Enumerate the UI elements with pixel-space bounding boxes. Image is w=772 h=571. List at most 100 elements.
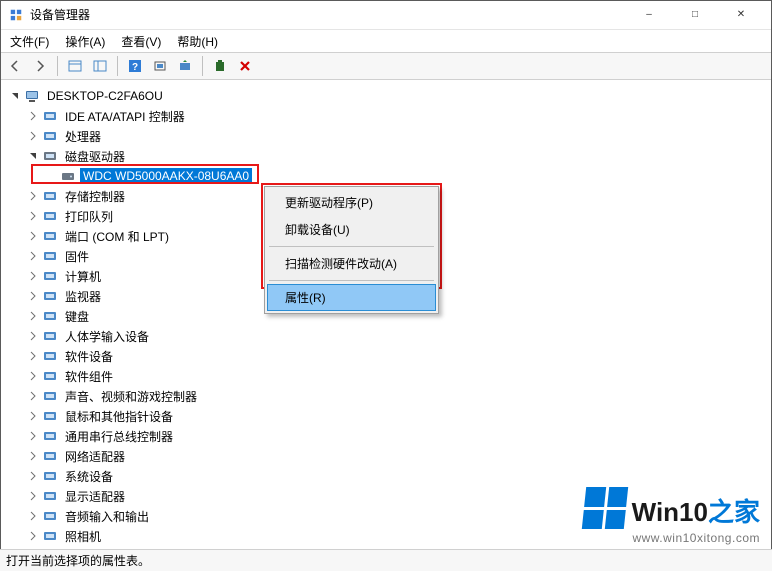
menu-properties[interactable]: 属性(R)	[267, 284, 436, 311]
help-button[interactable]: ?	[124, 55, 146, 77]
tree-category-label: 键盘	[62, 307, 92, 326]
tree-category-label: 网络适配器	[62, 447, 128, 466]
tree-device-label: WDC WD5000AAKX-08U6AA0	[80, 168, 252, 184]
device-icon	[42, 208, 58, 224]
expander-closed[interactable]	[26, 109, 40, 123]
expander-closed[interactable]	[26, 429, 40, 443]
menu-scan[interactable]: 扫描检测硬件改动(A)	[267, 250, 436, 277]
device-icon	[42, 528, 58, 544]
show-hidden-button[interactable]	[64, 55, 86, 77]
tree-category[interactable]: 显示适配器	[26, 486, 772, 506]
tree-category[interactable]: 音频输入和输出	[26, 506, 772, 526]
forward-button[interactable]	[29, 55, 51, 77]
maximize-button[interactable]: □	[672, 0, 718, 30]
expander-closed[interactable]	[26, 209, 40, 223]
device-icon	[42, 148, 58, 164]
tree-category-label: 软件组件	[62, 367, 116, 386]
device-icon	[42, 188, 58, 204]
device-icon	[42, 308, 58, 324]
menu-uninstall[interactable]: 卸载设备(U)	[267, 216, 436, 243]
expander-open[interactable]	[8, 89, 22, 103]
tree-category-label: 系统设备	[62, 467, 116, 486]
tree-root-label: DESKTOP-C2FA6OU	[44, 88, 166, 104]
view-button[interactable]	[89, 55, 111, 77]
scan-button[interactable]	[149, 55, 171, 77]
tree-category-label: 鼠标和其他指针设备	[62, 407, 176, 426]
expander-closed[interactable]	[26, 509, 40, 523]
tree-category-label: 磁盘驱动器	[62, 147, 128, 166]
device-icon	[42, 388, 58, 404]
tree-category[interactable]: 通用串行总线控制器	[26, 426, 772, 446]
expander-closed[interactable]	[26, 229, 40, 243]
tree-category-label: 音频输入和输出	[62, 507, 152, 526]
expander-closed[interactable]	[26, 349, 40, 363]
expander-closed[interactable]	[26, 269, 40, 283]
device-tree[interactable]: DESKTOP-C2FA6OU IDE ATA/ATAPI 控制器处理器磁盘驱动器…	[0, 82, 772, 549]
device-icon	[42, 328, 58, 344]
close-button[interactable]: ✕	[718, 0, 764, 30]
device-icon	[42, 368, 58, 384]
toolbar-separator	[57, 56, 58, 76]
tree-category[interactable]: 鼠标和其他指针设备	[26, 406, 772, 426]
tree-category-label: 监视器	[62, 287, 104, 306]
tree-category-label: 人体学输入设备	[62, 327, 152, 346]
tree-category-label: 通用串行总线控制器	[62, 427, 176, 446]
window-title: 设备管理器	[30, 6, 90, 23]
device-icon	[42, 228, 58, 244]
expander-closed[interactable]	[26, 469, 40, 483]
expander-open[interactable]	[26, 149, 40, 163]
expander-closed[interactable]	[26, 449, 40, 463]
uninstall-button[interactable]	[209, 55, 231, 77]
status-text: 打开当前选择项的属性表。	[6, 552, 150, 569]
tree-category[interactable]: IDE ATA/ATAPI 控制器	[26, 106, 772, 126]
tree-category[interactable]: 软件设备	[26, 346, 772, 366]
tree-category-label: 存储控制器	[62, 187, 128, 206]
tree-device[interactable]: WDC WD5000AAKX-08U6AA0	[44, 166, 772, 186]
expander-closed[interactable]	[26, 369, 40, 383]
tree-category-label: 端口 (COM 和 LPT)	[62, 227, 172, 246]
menu-separator	[269, 246, 434, 247]
tree-category[interactable]: 处理器	[26, 126, 772, 146]
tree-category-label: 显示适配器	[62, 487, 128, 506]
tree-category[interactable]: 软件组件	[26, 366, 772, 386]
title-bar: 设备管理器 – □ ✕	[0, 0, 772, 30]
computer-icon	[24, 88, 40, 104]
expander-closed[interactable]	[26, 309, 40, 323]
expander-closed[interactable]	[26, 129, 40, 143]
expander-closed[interactable]	[26, 409, 40, 423]
tree-category-label: 软件设备	[62, 347, 116, 366]
minimize-button[interactable]: –	[626, 0, 672, 30]
expander-closed[interactable]	[26, 249, 40, 263]
device-icon	[42, 428, 58, 444]
svg-text:?: ?	[132, 62, 138, 73]
tree-category[interactable]: 网络适配器	[26, 446, 772, 466]
expander-closed[interactable]	[26, 189, 40, 203]
menu-help[interactable]: 帮助(H)	[171, 31, 224, 52]
update-driver-button[interactable]	[174, 55, 196, 77]
tree-category[interactable]: 系统设备	[26, 466, 772, 486]
tree-category[interactable]: 磁盘驱动器	[26, 146, 772, 166]
expander-closed[interactable]	[26, 329, 40, 343]
tree-category[interactable]: 声音、视频和游戏控制器	[26, 386, 772, 406]
disable-button[interactable]	[234, 55, 256, 77]
menu-update-driver[interactable]: 更新驱动程序(P)	[267, 189, 436, 216]
app-icon	[8, 7, 24, 23]
device-icon	[42, 468, 58, 484]
expander-closed[interactable]	[26, 529, 40, 543]
back-button[interactable]	[4, 55, 26, 77]
menu-view[interactable]: 查看(V)	[115, 31, 167, 52]
device-icon	[42, 248, 58, 264]
tree-category[interactable]: 照相机	[26, 526, 772, 546]
status-bar: 打开当前选择项的属性表。	[0, 549, 772, 571]
menu-file[interactable]: 文件(F)	[4, 31, 55, 52]
tree-category[interactable]: 人体学输入设备	[26, 326, 772, 346]
device-icon	[42, 128, 58, 144]
tree-category-label: 声音、视频和游戏控制器	[62, 387, 200, 406]
tree-root-node[interactable]: DESKTOP-C2FA6OU	[8, 86, 772, 106]
menu-action[interactable]: 操作(A)	[59, 31, 111, 52]
device-icon	[42, 508, 58, 524]
expander-closed[interactable]	[26, 489, 40, 503]
expander-closed[interactable]	[26, 289, 40, 303]
expander-closed[interactable]	[26, 389, 40, 403]
toolbar: ?	[0, 52, 772, 80]
